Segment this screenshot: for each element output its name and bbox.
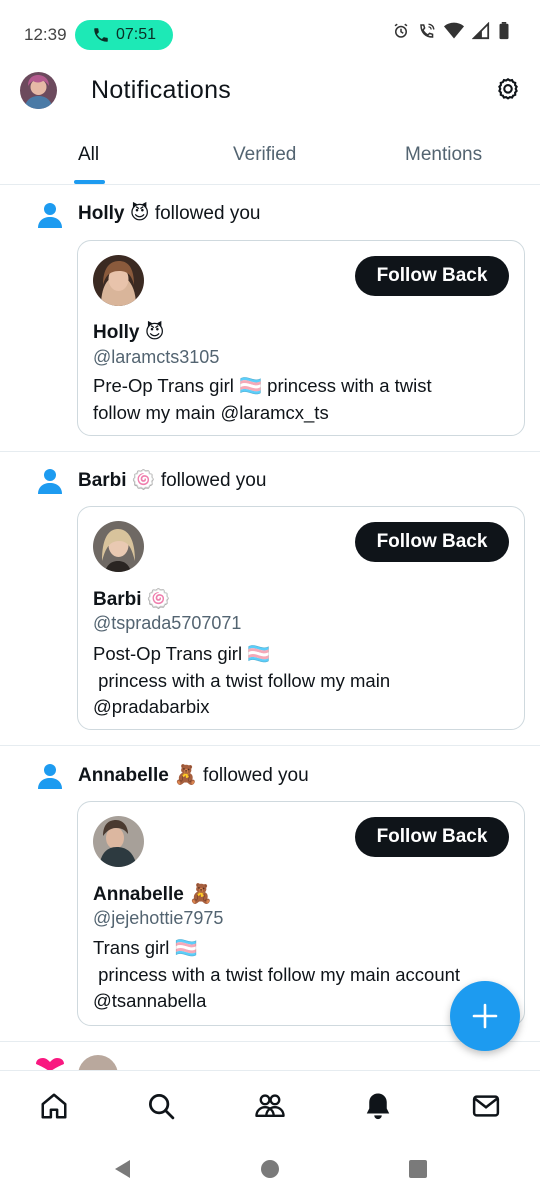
notification-action: followed you [160, 470, 267, 491]
card-user-name[interactable]: Annabelle 🧸 [93, 882, 213, 906]
actor-name[interactable]: Barbi [78, 470, 127, 491]
person-icon [38, 764, 62, 789]
nav-notifications[interactable] [361, 1089, 395, 1123]
status-bar: 12:39 07:51 [0, 0, 540, 70]
call-timer: 07:51 [115, 26, 157, 43]
signal-icon [472, 22, 490, 40]
person-icon [38, 469, 62, 494]
follow-back-button[interactable]: Follow Back [355, 522, 509, 562]
nav-messages[interactable] [469, 1089, 503, 1123]
notification-text: Barbi 🍥 followed you [78, 468, 266, 492]
person-icon [38, 203, 62, 228]
nav-search[interactable] [144, 1089, 178, 1123]
status-icons [392, 22, 510, 40]
wifi-call-icon [420, 23, 435, 38]
system-navigation [0, 1140, 540, 1200]
home-circle-icon[interactable] [260, 1158, 280, 1180]
compose-button[interactable] [450, 981, 520, 1051]
plus-icon [472, 1003, 498, 1029]
card-user-bio: Post-Op Trans girl 🏳️‍⚧️ princess with a… [93, 643, 391, 717]
messages-icon [472, 1095, 500, 1117]
user-avatar[interactable] [93, 816, 144, 867]
user-card[interactable]: Follow Back Barbi 🍥 @tsprada5707071 Post… [77, 506, 525, 730]
battery-icon [499, 22, 509, 40]
active-tab-indicator [74, 180, 105, 184]
follow-back-button[interactable]: Follow Back [355, 256, 509, 296]
user-avatar[interactable] [93, 521, 144, 572]
card-user-bio: Trans girl 🏳️‍⚧️ princess with a twist f… [93, 937, 461, 1011]
tab-all[interactable]: All [78, 144, 99, 166]
notification-text: Holly 😈 followed you [78, 202, 260, 225]
bottom-navigation [0, 1070, 540, 1140]
actor-name[interactable]: Holly [78, 203, 124, 224]
card-user-handle[interactable]: @tsprada5707071 [93, 613, 241, 634]
ongoing-call-pill[interactable]: 07:51 [75, 20, 173, 50]
notification-action: followed you [154, 203, 261, 224]
card-user-handle[interactable]: @jejehottie7975 [93, 908, 223, 929]
actor-name[interactable]: Annabelle [78, 765, 169, 786]
user-avatar[interactable] [93, 255, 144, 306]
tab-verified[interactable]: Verified [233, 144, 296, 166]
profile-avatar[interactable] [20, 72, 57, 109]
user-card[interactable]: Follow Back Holly 😈 @laramcts3105 Pre-Op… [77, 240, 525, 436]
gear-icon [498, 77, 518, 100]
follow-back-button[interactable]: Follow Back [355, 817, 509, 857]
communities-icon [255, 1094, 285, 1118]
app-header: Notifications [0, 62, 540, 122]
settings-button[interactable] [492, 74, 524, 106]
alarm-icon [394, 23, 408, 38]
wifi-icon [444, 22, 464, 39]
actor-emoji: 😈 [129, 203, 150, 224]
back-icon[interactable] [112, 1158, 132, 1180]
tab-mentions[interactable]: Mentions [405, 144, 482, 166]
notification-action: followed you [203, 765, 309, 786]
notification-item[interactable]: Holly 😈 followed you Follow Back Holly 😈… [0, 186, 540, 452]
card-user-handle[interactable]: @laramcts3105 [93, 347, 219, 368]
phone-icon [94, 28, 108, 42]
recents-icon[interactable] [408, 1158, 428, 1180]
notification-tabs: All Verified Mentions [0, 130, 540, 185]
nav-home[interactable] [37, 1089, 71, 1123]
page-title: Notifications [91, 76, 232, 104]
notification-text: Annabelle 🧸 followed you [78, 763, 309, 787]
search-icon [149, 1094, 175, 1120]
card-user-name[interactable]: Barbi 🍥 [93, 587, 171, 611]
notification-item[interactable]: Barbi 🍥 followed you Follow Back Barbi 🍥… [0, 452, 540, 746]
nav-communities[interactable] [253, 1089, 287, 1123]
actor-emoji: 🍥 [131, 470, 156, 491]
actor-emoji: 🧸 [174, 765, 198, 786]
card-user-name[interactable]: Holly 😈 [93, 321, 165, 344]
notifications-bell-icon [366, 1093, 390, 1120]
home-icon [41, 1093, 67, 1119]
status-time: 12:39 [24, 25, 67, 44]
card-user-bio: Pre-Op Trans girl 🏳️‍⚧️ princess with a … [93, 375, 432, 423]
